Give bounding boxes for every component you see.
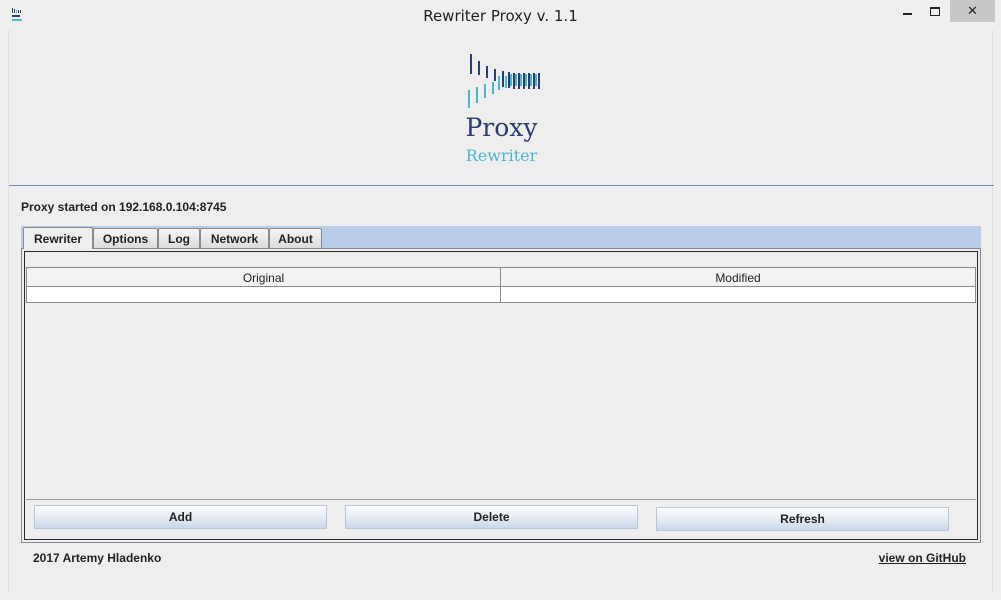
rules-table[interactable]: Original Modified bbox=[26, 267, 976, 500]
rewriter-panel: Original Modified Add Delete Refresh bbox=[21, 248, 981, 543]
minimize-icon bbox=[902, 13, 912, 15]
tab-about[interactable]: About bbox=[269, 228, 322, 248]
action-bar: Add Delete Refresh bbox=[25, 504, 977, 534]
barcode-logo-icon bbox=[468, 54, 540, 108]
title-bar: Rewriter Proxy v. 1.1 ✕ bbox=[0, 0, 1001, 30]
add-button[interactable]: Add bbox=[34, 505, 327, 529]
rewriter-panel-frame: Original Modified Add Delete Refresh bbox=[24, 251, 978, 540]
column-original[interactable]: Original bbox=[26, 268, 500, 287]
refresh-button[interactable]: Refresh bbox=[656, 507, 949, 531]
header-divider bbox=[9, 185, 994, 186]
close-icon: ✕ bbox=[967, 3, 978, 18]
delete-button[interactable]: Delete bbox=[345, 505, 638, 529]
window-title: Rewriter Proxy v. 1.1 bbox=[423, 7, 578, 25]
maximize-button[interactable] bbox=[921, 0, 949, 22]
tab-rewriter[interactable]: Rewriter bbox=[23, 227, 93, 249]
tab-network[interactable]: Network bbox=[200, 228, 269, 248]
tab-options[interactable]: Options bbox=[93, 228, 158, 248]
minimize-button[interactable] bbox=[893, 0, 921, 22]
cell-modified[interactable] bbox=[500, 287, 976, 302]
close-button[interactable]: ✕ bbox=[950, 0, 995, 22]
credit-text: 2017 Artemy Hladenko bbox=[33, 551, 162, 565]
table-header: Original Modified bbox=[26, 267, 976, 287]
cell-original[interactable] bbox=[26, 287, 500, 302]
tab-strip: Rewriter Options Log Network About bbox=[21, 226, 981, 249]
table-row[interactable] bbox=[26, 287, 976, 303]
column-modified[interactable]: Modified bbox=[500, 268, 976, 287]
maximize-icon bbox=[930, 6, 940, 16]
logo-title: Proxy bbox=[465, 113, 538, 142]
main-window: Proxy Rewriter Proxy started on 192.168.… bbox=[8, 30, 994, 592]
tab-log[interactable]: Log bbox=[158, 228, 200, 248]
github-link[interactable]: view on GitHub bbox=[879, 551, 966, 565]
logo-subtitle: Rewriter bbox=[465, 146, 538, 165]
logo-banner: Proxy Rewriter bbox=[9, 30, 994, 185]
status-text: Proxy started on 192.168.0.104:8745 bbox=[21, 200, 227, 214]
